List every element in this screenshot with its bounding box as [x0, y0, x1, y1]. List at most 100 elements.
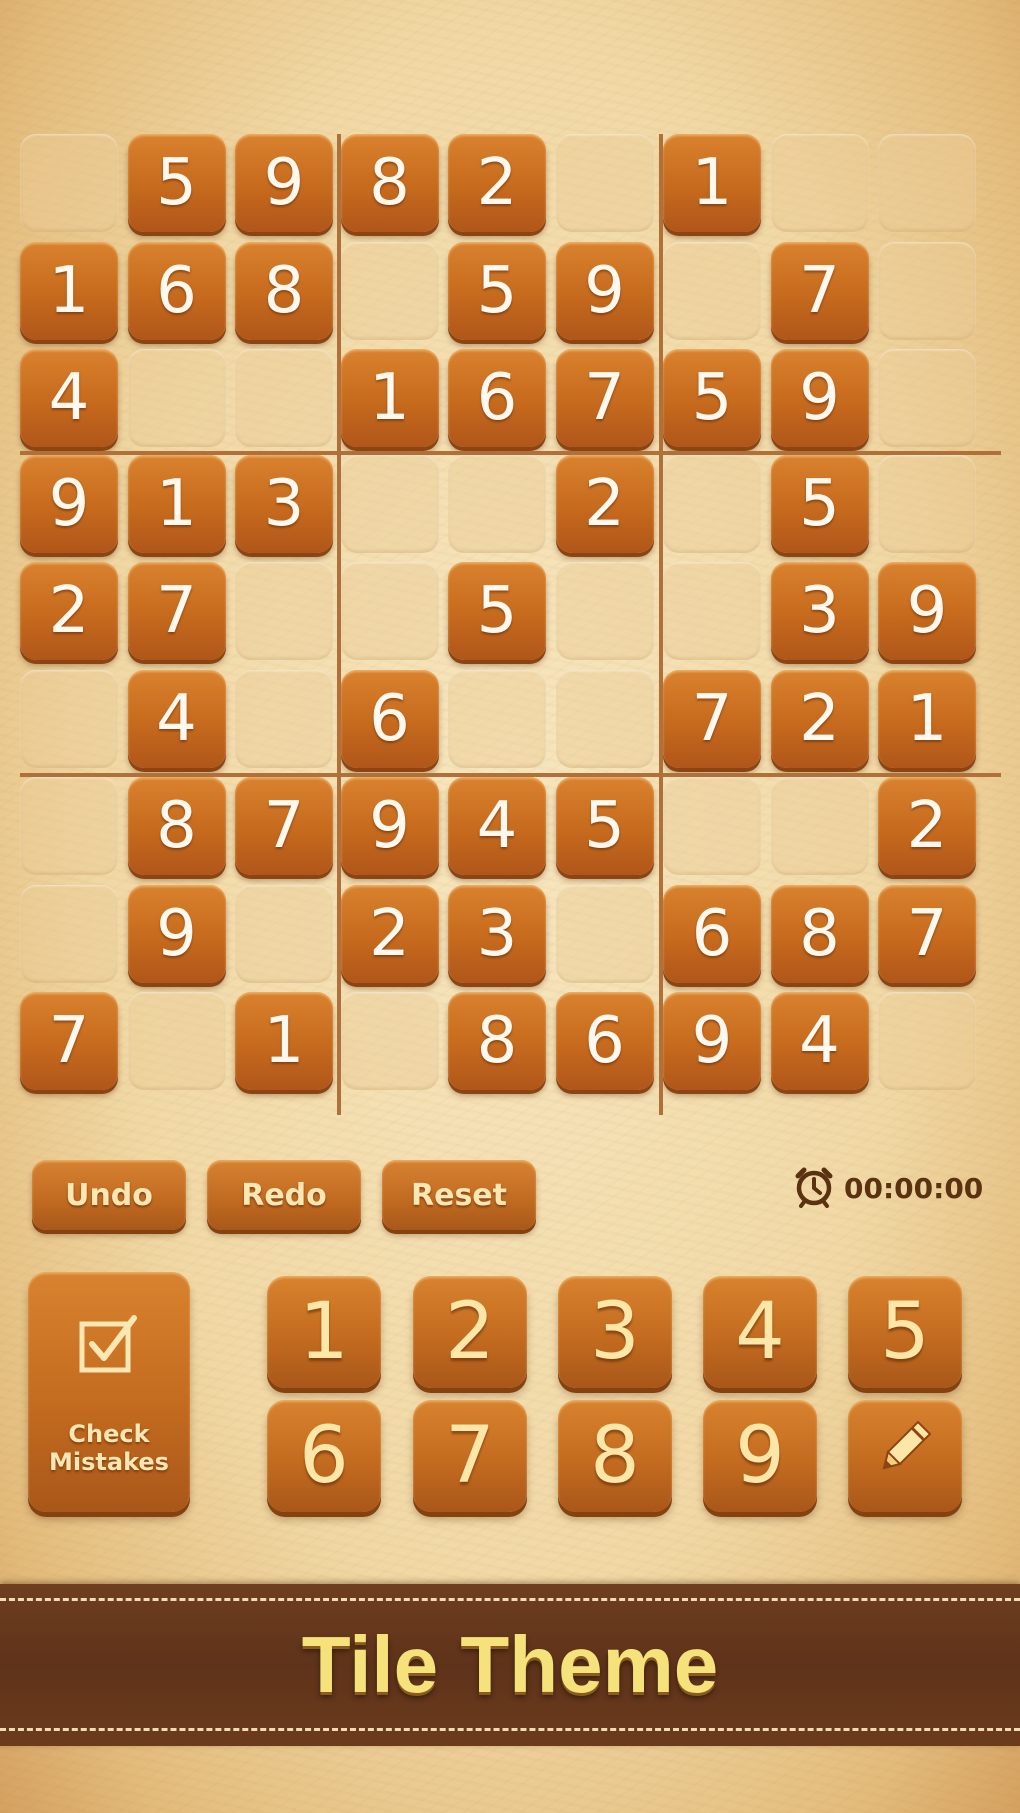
board-cell-r5-c2[interactable]: 7: [127, 562, 226, 660]
pad-key-3[interactable]: 3: [558, 1276, 672, 1388]
board-cell-r7-c1[interactable]: [20, 777, 118, 875]
board-cell-r1-c2[interactable]: 5: [127, 134, 226, 232]
board-cell-r9-c3[interactable]: 1: [235, 992, 333, 1090]
pad-key-4[interactable]: 4: [703, 1276, 817, 1388]
board-cell-r5-c7[interactable]: [663, 562, 761, 660]
timer: 00:00:00: [792, 1163, 983, 1213]
board-cell-r3-c2[interactable]: [127, 349, 226, 447]
board-cell-r6-c1[interactable]: [20, 669, 118, 768]
board-cell-r7-c6[interactable]: 5: [555, 777, 654, 875]
board-cell-r4-c6[interactable]: 2: [555, 454, 654, 553]
pad-key-1[interactable]: 1: [267, 1276, 381, 1388]
board-cell-r7-c5[interactable]: 4: [448, 777, 546, 875]
board-cell-r3-c7[interactable]: 5: [663, 349, 761, 447]
board-cell-r4-c4[interactable]: [340, 454, 439, 553]
board-cell-r2-c1[interactable]: 1: [20, 241, 118, 340]
board-cell-r1-c1[interactable]: [20, 134, 118, 232]
pad-key-2[interactable]: 2: [413, 1276, 527, 1388]
board-cell-r2-c4[interactable]: [340, 241, 439, 340]
board-cell-r3-c1[interactable]: 4: [20, 349, 118, 447]
board-cell-r4-c3[interactable]: 3: [235, 454, 333, 553]
board-cell-r8-c1[interactable]: [20, 884, 118, 983]
board-cell-r3-c6[interactable]: 7: [555, 349, 654, 447]
pad-key-9[interactable]: 9: [703, 1400, 817, 1512]
redo-button[interactable]: Redo: [207, 1160, 361, 1230]
board-cell-r6-c5[interactable]: [448, 669, 546, 768]
board-cell-r6-c4[interactable]: 6: [340, 669, 439, 768]
board-cell-r2-c6[interactable]: 9: [555, 241, 654, 340]
board-cell-r8-c3[interactable]: [235, 884, 333, 983]
board-cell-r9-c1[interactable]: 7: [20, 992, 118, 1090]
board-cell-r8-c7[interactable]: 6: [663, 884, 761, 983]
board-cell-r8-c8[interactable]: 8: [770, 884, 869, 983]
board-cell-r6-c8[interactable]: 2: [770, 669, 869, 768]
board-cell-r8-c9[interactable]: 7: [878, 884, 976, 983]
board-cell-r8-c5[interactable]: 3: [448, 884, 546, 983]
undo-button[interactable]: Undo: [32, 1160, 186, 1230]
board-cell-r6-c7[interactable]: 7: [663, 669, 761, 768]
pad-key-6[interactable]: 6: [267, 1400, 381, 1512]
theme-banner: Tile Theme: [0, 1584, 1020, 1746]
board-cell-r7-c9[interactable]: 2: [878, 777, 976, 875]
board-cell-r4-c1[interactable]: 9: [20, 454, 118, 553]
board-cell-r1-c7[interactable]: 1: [663, 134, 761, 232]
board-cell-r2-c3[interactable]: 8: [235, 241, 333, 340]
board-cell-r5-c3[interactable]: [235, 562, 333, 660]
board-cell-r9-c6[interactable]: 6: [555, 992, 654, 1090]
board-cell-r6-c3[interactable]: [235, 669, 333, 768]
board-cell-r1-c8[interactable]: [770, 134, 869, 232]
board-cell-r4-c9[interactable]: [878, 454, 976, 553]
board-cell-r3-c3[interactable]: [235, 349, 333, 447]
pencil-button[interactable]: [848, 1400, 962, 1512]
board-cell-r6-c6[interactable]: [555, 669, 654, 768]
board-cell-r1-c4[interactable]: 8: [340, 134, 439, 232]
board-cell-r4-c5[interactable]: [448, 454, 546, 553]
pad-key-7[interactable]: 7: [413, 1400, 527, 1512]
board-cell-r4-c7[interactable]: [663, 454, 761, 553]
board-cell-r8-c4[interactable]: 2: [340, 884, 439, 983]
board-cell-r6-c2[interactable]: 4: [127, 669, 226, 768]
board-cell-r2-c2[interactable]: 6: [127, 241, 226, 340]
board-cell-r2-c7[interactable]: [663, 241, 761, 340]
banner-title: Tile Theme: [301, 1620, 719, 1709]
board-cell-r9-c7[interactable]: 9: [663, 992, 761, 1090]
board-cell-r5-c6[interactable]: [555, 562, 654, 660]
board-cell-r5-c9[interactable]: 9: [878, 562, 976, 660]
pad-key-5[interactable]: 5: [848, 1276, 962, 1388]
timer-value: 00:00:00: [844, 1171, 984, 1205]
board-cell-r7-c7[interactable]: [663, 777, 761, 875]
board-cell-r5-c4[interactable]: [340, 562, 439, 660]
board-cell-r2-c9[interactable]: [878, 241, 976, 340]
board-cell-r2-c8[interactable]: 7: [770, 241, 869, 340]
board-cell-r5-c5[interactable]: 5: [448, 562, 546, 660]
board-cell-r8-c6[interactable]: [555, 884, 654, 983]
board-cell-r9-c5[interactable]: 8: [448, 992, 546, 1090]
board-cell-r5-c1[interactable]: 2: [20, 562, 118, 660]
board-cell-r8-c2[interactable]: 9: [127, 884, 226, 983]
board-cell-r4-c8[interactable]: 5: [770, 454, 869, 553]
board-cell-r9-c2[interactable]: [127, 992, 226, 1090]
board-cell-r3-c8[interactable]: 9: [770, 349, 869, 447]
board-cell-r3-c9[interactable]: [878, 349, 976, 447]
board-cell-r1-c6[interactable]: [555, 134, 654, 232]
board-cell-r7-c2[interactable]: 8: [127, 777, 226, 875]
board-cell-r2-c5[interactable]: 5: [448, 241, 546, 340]
reset-button[interactable]: Reset: [382, 1160, 536, 1230]
board-cell-r9-c4[interactable]: [340, 992, 439, 1090]
board-cell-r6-c9[interactable]: 1: [878, 669, 976, 768]
board-cell-r1-c5[interactable]: 2: [448, 134, 546, 232]
pencil-icon: [870, 1411, 940, 1501]
board-cell-r7-c8[interactable]: [770, 777, 869, 875]
pad-key-8[interactable]: 8: [558, 1400, 672, 1512]
board-cell-r1-c3[interactable]: 9: [235, 134, 333, 232]
board-cell-r5-c8[interactable]: 3: [770, 562, 869, 660]
board-cell-r3-c4[interactable]: 1: [340, 349, 439, 447]
board-cell-r7-c4[interactable]: 9: [340, 777, 439, 875]
board-cell-r9-c8[interactable]: 4: [770, 992, 869, 1090]
board-cell-r9-c9[interactable]: [878, 992, 976, 1090]
board-cell-r7-c3[interactable]: 7: [235, 777, 333, 875]
board-cell-r1-c9[interactable]: [878, 134, 976, 232]
board-cell-r3-c5[interactable]: 6: [448, 349, 546, 447]
board-cell-r4-c2[interactable]: 1: [127, 454, 226, 553]
check-mistakes-button[interactable]: Check Mistakes: [28, 1272, 190, 1512]
